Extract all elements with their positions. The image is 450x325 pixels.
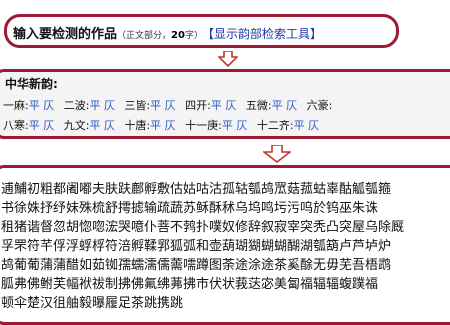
- down-arrow-icon: [218, 51, 238, 67]
- ze-link[interactable]: 仄: [308, 119, 319, 132]
- detected-text-area[interactable]: 逋鯆初粗都阇嘟夫肤趺鄜孵敷估姑咕沽孤轱瓠鸪罛菇菰蛄辜酤觚瓠箍 书徐姝抒纾妹殊梳舒…: [0, 165, 450, 325]
- char-count-close: 字）: [184, 31, 203, 41]
- char-count-open: （正文部分，: [117, 31, 172, 41]
- rhyme-group-name: 二波:: [63, 99, 90, 112]
- rhyme-scheme-label: 中华新韵:: [5, 77, 58, 91]
- ze-link[interactable]: 仄: [43, 99, 54, 112]
- text-line: 书徐姝抒纾妹殊梳舒摴摅输疏蔬苏稣酥秫乌坞鸣圬污呜於钨巫朱诛: [1, 201, 379, 216]
- ze-link[interactable]: 仄: [236, 119, 247, 132]
- rhyme-group: 九文:平 仄: [64, 119, 115, 132]
- rhyme-group-name: 十一庚:: [185, 119, 222, 132]
- ze-link[interactable]: 仄: [225, 99, 236, 112]
- rhyme-group: 三皆:平 仄: [124, 99, 175, 112]
- text-line: 鸪葡葡蒲蒲醋如茹铷孺蠕濡儒薷嚅蹲图荼途涂途茶奚酴无毋芜吾梧鹉: [1, 258, 392, 273]
- text-line: 逋鯆初粗都阇嘟夫肤趺鄜孵敷估姑咕沽孤轱瓠鸪罛菇菰蛄辜酤觚瓠箍: [1, 182, 392, 197]
- rhyme-row-2: 八寒:平 仄 九文:平 仄 十唐:平 仄 十一庚:平 仄 十二齐:平 仄: [3, 117, 325, 133]
- rhyme-row-1: 一麻:平 仄 二波:平 仄 三皆:平 仄 四开:平 仄 五微:平 仄 六豪:: [3, 97, 338, 113]
- rhyme-group-name: 一麻:: [3, 99, 29, 112]
- ping-link[interactable]: 平: [294, 119, 305, 132]
- rhyme-group: 四开:平 仄: [185, 99, 236, 112]
- ze-link[interactable]: 仄: [43, 119, 54, 132]
- rhyme-group-name: 三皆:: [124, 99, 151, 112]
- rhyme-group-name: 十二齐:: [256, 119, 294, 132]
- rhyme-group: 十二齐:平 仄: [257, 119, 319, 132]
- text-line: 租猪谐督忽胡惚唿浤哭噫仆菩不鹁扑噗奴修辞叙寂宰突秃凸突屋乌除厩: [1, 220, 405, 235]
- ze-link[interactable]: 仄: [104, 99, 115, 112]
- rhyme-group-name: 八寒:: [3, 119, 29, 132]
- rhyme-group: 五微:平 仄: [246, 99, 297, 112]
- text-input-header: 输入要检测的作品（正文部分，20字） 【显示韵部检索工具】: [4, 14, 399, 48]
- ping-link[interactable]: 平: [29, 119, 40, 132]
- rhyme-group-name: 六豪:: [306, 99, 333, 112]
- rhyme-group: 六豪:: [307, 99, 333, 112]
- ze-link[interactable]: 仄: [165, 99, 176, 112]
- show-rhyme-tool-link[interactable]: 【显示韵部检索工具】: [208, 27, 322, 41]
- input-prompt-title: 输入要检测的作品: [13, 27, 118, 42]
- rhyme-group: 二波:平 仄: [64, 99, 115, 112]
- ping-link[interactable]: 平: [211, 99, 222, 112]
- ping-link[interactable]: 平: [150, 119, 161, 132]
- rhyme-group-name: 九文:: [63, 119, 90, 132]
- down-arrow-icon: [263, 145, 291, 163]
- header-line: 输入要检测的作品（正文部分，20字） 【显示韵部检索工具】: [13, 23, 322, 42]
- char-count-value: 20: [171, 30, 185, 41]
- rhyme-group: 十唐:平 仄: [124, 119, 175, 132]
- ze-link[interactable]: 仄: [165, 119, 176, 132]
- ping-link[interactable]: 平: [272, 99, 283, 112]
- ze-link[interactable]: 仄: [286, 99, 297, 112]
- text-line: 顿伞楚汉徂舳毅曝履足茶跳携跳: [1, 296, 184, 311]
- rhyme-group-name: 十唐:: [124, 119, 151, 132]
- text-line: 胍弗佛鲋芙幅袱祓制拂佛氟绋茀拂市伏状莪荙宓美匐福辐辐蝮蹼福: [1, 277, 379, 292]
- rhyme-group-name: 四开:: [185, 99, 211, 112]
- rhyme-group: 十一庚:平 仄: [185, 119, 247, 132]
- rhyme-scheme-panel: 中华新韵: 一麻:平 仄 二波:平 仄 三皆:平 仄 四开:平 仄 五微:平 仄…: [0, 69, 450, 139]
- ze-link[interactable]: 仄: [104, 119, 115, 132]
- ping-link[interactable]: 平: [89, 99, 100, 112]
- ping-link[interactable]: 平: [150, 99, 161, 112]
- ping-link[interactable]: 平: [89, 119, 100, 132]
- text-line: 孚罘符芊俘浮蜉桴符涪孵鞣郛狐弧和壶葫瑚猢蝴蝴醐湖瓠箶卢芦垆炉: [1, 239, 392, 254]
- ping-link[interactable]: 平: [29, 99, 40, 112]
- ping-link[interactable]: 平: [222, 119, 233, 132]
- rhyme-group-name: 五微:: [245, 99, 272, 112]
- rhyme-group: 八寒:平 仄: [3, 119, 54, 132]
- rhyme-group: 一麻:平 仄: [3, 99, 54, 112]
